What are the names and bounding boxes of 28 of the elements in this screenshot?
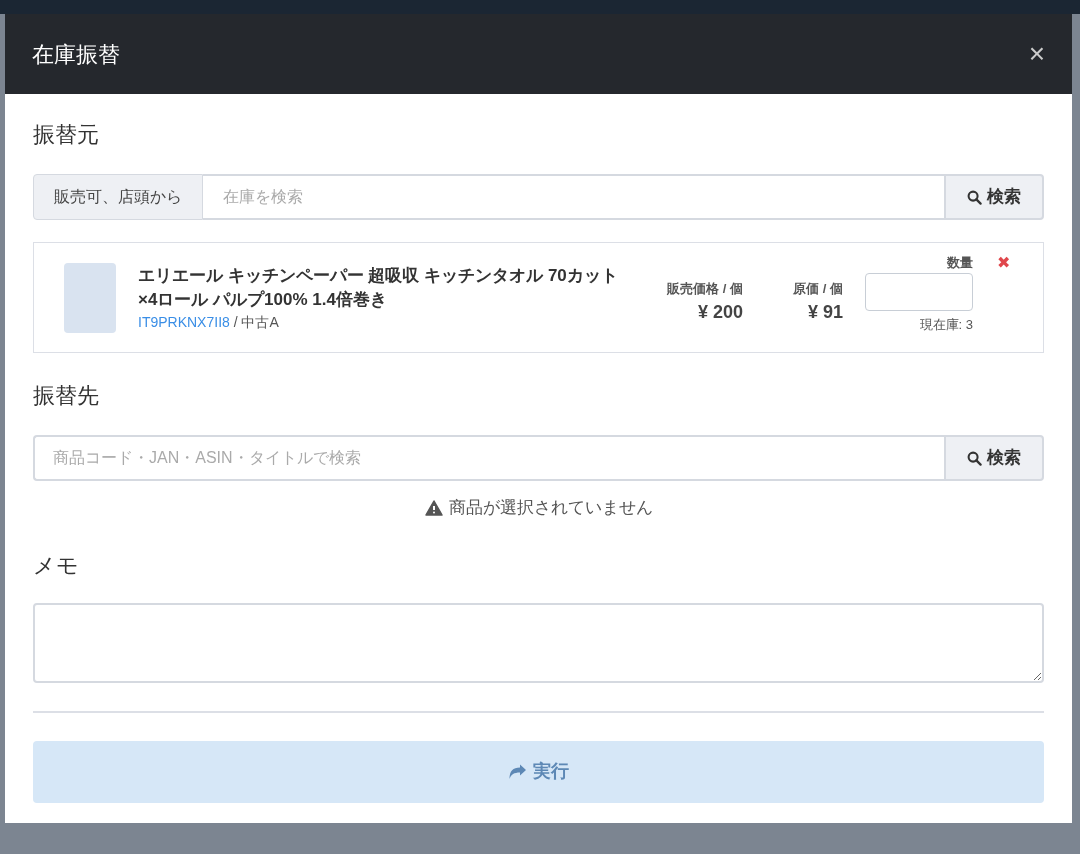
modal-title: 在庫振替 (32, 40, 120, 69)
price-label: 販売価格 / 個 (666, 280, 743, 299)
search-button[interactable]: 検索 (944, 435, 1044, 481)
quantity-label: 数量 (947, 254, 973, 272)
product-code-link[interactable]: IT9PRKNX7II8 (138, 313, 230, 330)
remove-button[interactable]: ✖ (993, 251, 1013, 275)
close-button[interactable]: × (1028, 40, 1045, 68)
warning-icon (424, 499, 443, 516)
product-title: エリエール キッチンペーパー 超吸収 キッチンタオル 70カット×4ロール パルプ100% 1.4倍巻き (138, 264, 619, 311)
product-photo-placeholder (64, 262, 116, 333)
section-heading: 振替元 (33, 121, 100, 149)
share-arrow-icon (508, 763, 527, 780)
search-button[interactable]: 検索 (944, 174, 1044, 220)
condition-text: / 中古A (233, 313, 279, 330)
section-heading: メモ (33, 551, 80, 580)
warning-text: 商品が選択されていません (448, 497, 653, 519)
cost-label: 原価 / 個 (792, 280, 843, 299)
price-value: ¥ 200 (696, 300, 743, 324)
stock-text: 現在庫: 3 (919, 315, 973, 334)
search-icon (967, 189, 982, 205)
search-field[interactable]: 商品コード・JAN・ASIN・タイトルで検索 (33, 435, 944, 481)
search-icon (967, 450, 982, 466)
cost-value: ¥ 91 (806, 300, 843, 324)
filter-label: 販売可、店頭から (33, 174, 203, 220)
memo-textarea[interactable] (33, 602, 1044, 683)
search-field[interactable]: 在庫を検索 (203, 174, 944, 220)
section-heading: 振替先 (33, 382, 100, 410)
quantity-input[interactable] (865, 272, 973, 311)
